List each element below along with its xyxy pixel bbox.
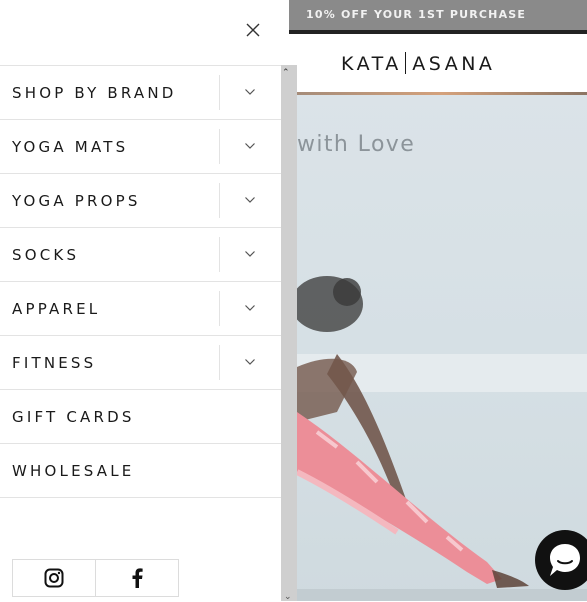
yoga-figure-image	[297, 276, 587, 601]
logo-divider	[404, 52, 407, 74]
chevron-down-icon[interactable]	[244, 88, 256, 96]
chevron-down-icon[interactable]	[244, 142, 256, 150]
navigation-drawer: SHOP BY BRAND YOGA MATS YOGA PROPS SOCKS APP…	[0, 0, 281, 601]
chevron-down-icon[interactable]	[244, 250, 256, 258]
nav-item-label: FITNESS	[12, 354, 97, 372]
nav-item-label: SHOP BY BRAND	[12, 84, 177, 102]
chat-button[interactable]	[535, 530, 587, 590]
nav-item-divider	[219, 183, 220, 218]
social-links	[12, 559, 179, 597]
nav-item[interactable]: GIFT CARDS	[0, 390, 281, 444]
brand-logo-left: KATA	[341, 53, 402, 75]
nav-item-divider	[219, 291, 220, 326]
drawer-scrollbar[interactable]	[281, 65, 297, 601]
nav-item-label: YOGA PROPS	[12, 192, 141, 210]
brand-logo[interactable]: KATA ASANA	[341, 52, 495, 75]
chevron-down-icon[interactable]	[244, 358, 256, 366]
nav-item[interactable]: FITNESS	[0, 336, 281, 390]
nav-item[interactable]: APPAREL	[0, 282, 281, 336]
nav-item-divider	[219, 75, 220, 110]
nav-item-label: GIFT CARDS	[12, 408, 135, 426]
facebook-icon	[132, 568, 143, 588]
close-icon	[246, 23, 260, 37]
chevron-down-icon[interactable]	[244, 196, 256, 204]
site-header: KATA ASANA	[289, 34, 587, 92]
instagram-link[interactable]	[13, 560, 95, 596]
nav-item-label: APPAREL	[12, 300, 101, 318]
promo-bar[interactable]: 10% OFF YOUR 1ST PURCHASE	[289, 0, 587, 30]
nav-item[interactable]: SOCKS	[0, 228, 281, 282]
close-button[interactable]	[241, 18, 265, 42]
nav-item-label: YOGA MATS	[12, 138, 129, 156]
brand-logo-right: ASANA	[412, 53, 496, 75]
nav-item[interactable]: YOGA PROPS	[0, 174, 281, 228]
nav-item-divider	[219, 237, 220, 272]
nav-item-divider	[219, 129, 220, 164]
instagram-icon	[44, 568, 64, 588]
facebook-link[interactable]	[95, 560, 178, 596]
nav-item-divider	[219, 345, 220, 380]
nav-item[interactable]: YOGA MATS	[0, 120, 281, 174]
nav-item[interactable]: SHOP BY BRAND	[0, 66, 281, 120]
nav-item[interactable]: WHOLESALE	[0, 444, 281, 498]
chevron-down-icon[interactable]	[244, 304, 256, 312]
chat-icon	[550, 544, 580, 576]
nav-menu: SHOP BY BRAND YOGA MATS YOGA PROPS SOCKS APP…	[0, 65, 281, 498]
hero-banner: with Love	[297, 92, 587, 601]
scroll-up-icon[interactable]: ⌃	[282, 68, 290, 78]
nav-item-label: SOCKS	[12, 246, 80, 264]
nav-item-label: WHOLESALE	[12, 462, 135, 480]
